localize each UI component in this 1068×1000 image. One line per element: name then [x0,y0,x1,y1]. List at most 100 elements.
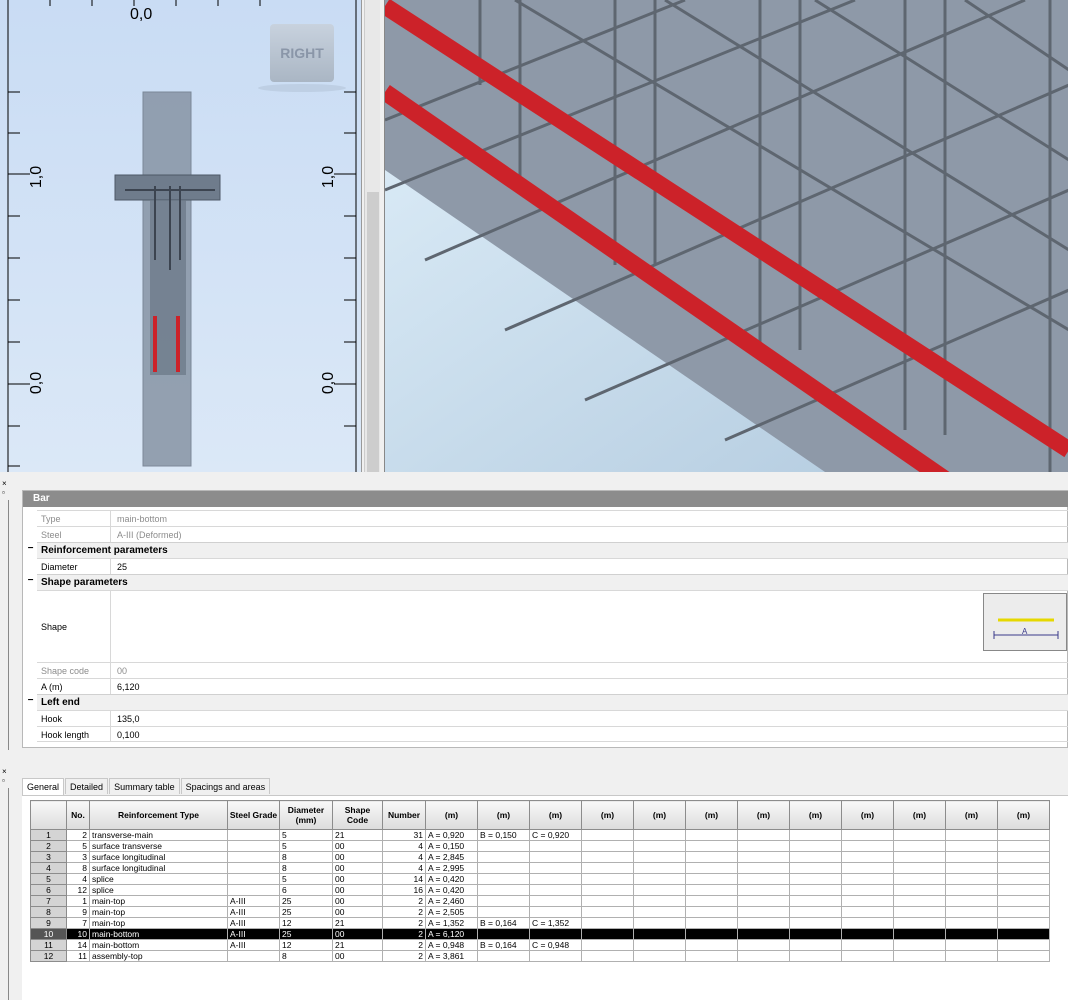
table-cell[interactable] [893,906,946,918]
table-row[interactable]: 2 5 surface transverse 5 00 4 A = 0,150 [30,840,1050,852]
table-cell[interactable] [789,851,842,863]
table-row[interactable]: 11 14 main-bottom A-III 12 21 2 A = 0,948 B = 0,… [30,939,1050,951]
table-cell[interactable] [477,906,530,918]
table-cell[interactable]: 8 [279,851,333,863]
cell-no[interactable]: 2 [66,829,90,841]
table-cell[interactable]: C = 0,948 [529,939,582,951]
table-cell[interactable] [529,928,582,940]
table-cell[interactable] [633,928,686,940]
table-cell[interactable]: 25 [279,895,333,907]
table-cell[interactable] [227,840,280,852]
cell-number[interactable]: 31 [382,829,426,841]
row-number[interactable]: 8 [30,906,67,918]
table-cell[interactable]: 8 [279,862,333,874]
column-header[interactable]: Steel Grade [227,800,280,830]
column-header[interactable]: No. [66,800,90,830]
table-cell[interactable] [893,895,946,907]
table-cell[interactable] [789,840,842,852]
row-number[interactable]: 11 [30,939,67,951]
table-cell[interactable] [227,884,280,896]
table-cell[interactable] [633,851,686,863]
cell-no[interactable]: 9 [66,906,90,918]
table-cell[interactable] [633,895,686,907]
table-cell[interactable]: main-top [89,917,228,929]
cell-number[interactable]: 4 [382,840,426,852]
table-cell[interactable]: A = 2,995 [425,862,478,874]
table-cell[interactable] [841,917,894,929]
table-cell[interactable] [685,895,738,907]
cell-no[interactable]: 3 [66,851,90,863]
table-cell[interactable] [893,917,946,929]
row-number[interactable]: 6 [30,884,67,896]
property-row-type[interactable]: Type main-bottom [37,510,1068,526]
table-cell[interactable]: surface transverse [89,840,228,852]
table-cell[interactable]: 00 [332,884,383,896]
table-cell[interactable]: 5 [279,873,333,885]
cell-number[interactable]: 2 [382,906,426,918]
table-cell[interactable] [685,829,738,841]
table-cell[interactable] [945,862,998,874]
cell-number[interactable]: 2 [382,928,426,940]
property-value[interactable]: A [113,591,1068,662]
property-row-shape-code[interactable]: Shape code 00 [37,662,1068,678]
table-cell[interactable] [789,950,842,962]
cell-no[interactable]: 12 [66,884,90,896]
table-cell[interactable]: A = 0,420 [425,873,478,885]
table-cell[interactable] [737,928,790,940]
collapse-shape-icon[interactable]: − [26,576,35,586]
table-cell[interactable] [227,950,280,962]
table-cell[interactable] [633,862,686,874]
table-cell[interactable]: assembly-top [89,950,228,962]
table-cell[interactable] [477,895,530,907]
cell-no[interactable]: 4 [66,873,90,885]
table-cell[interactable] [893,950,946,962]
tab-general[interactable]: General [22,778,65,795]
table-cell[interactable] [841,906,894,918]
table-cell[interactable] [633,917,686,929]
table-cell[interactable]: A = 0,150 [425,840,478,852]
property-row-shape[interactable]: Shape A [37,590,1068,662]
table-cell[interactable] [227,873,280,885]
row-number[interactable]: 10 [30,928,67,940]
table-cell[interactable] [789,928,842,940]
table-cell[interactable] [997,950,1050,962]
table-cell[interactable]: 21 [332,939,383,951]
cell-no[interactable]: 11 [66,950,90,962]
column-header[interactable]: (m) [425,800,478,830]
table-cell[interactable]: A = 0,948 [425,939,478,951]
table-cell[interactable] [893,939,946,951]
table-cell[interactable]: surface longitudinal [89,851,228,863]
table-cell[interactable] [581,939,634,951]
column-header[interactable]: Diameter (mm) [279,800,333,830]
table-cell[interactable] [477,873,530,885]
property-value[interactable]: 135,0 [113,711,1068,726]
view-cube-right[interactable]: RIGHT [270,24,334,82]
table-cell[interactable]: transverse-main [89,829,228,841]
row-number[interactable]: 9 [30,917,67,929]
cell-number[interactable]: 4 [382,862,426,874]
cell-no[interactable]: 1 [66,895,90,907]
tab-detailed[interactable]: Detailed [65,778,109,794]
table-cell[interactable] [893,873,946,885]
table-cell[interactable] [789,906,842,918]
property-value[interactable]: 6,120 [113,679,1068,694]
table-cell[interactable] [997,851,1050,863]
collapse-reinforcement-icon[interactable]: − [26,544,35,554]
table-cell[interactable] [685,906,738,918]
table-cell[interactable] [893,884,946,896]
column-header[interactable]: (m) [529,800,582,830]
panel-close-icon[interactable]: × [2,480,11,488]
table-cell[interactable] [737,884,790,896]
table-cell[interactable] [633,950,686,962]
table-cell[interactable]: 00 [332,840,383,852]
table-cell[interactable] [529,895,582,907]
table-cell[interactable]: A-III [227,928,280,940]
cell-number[interactable]: 2 [382,895,426,907]
table-cell[interactable]: A-III [227,906,280,918]
table-cell[interactable]: 21 [332,917,383,929]
table-cell[interactable] [685,917,738,929]
table-cell[interactable] [893,928,946,940]
table-cell[interactable]: 00 [332,906,383,918]
table-cell[interactable] [633,939,686,951]
table-cell[interactable] [945,873,998,885]
